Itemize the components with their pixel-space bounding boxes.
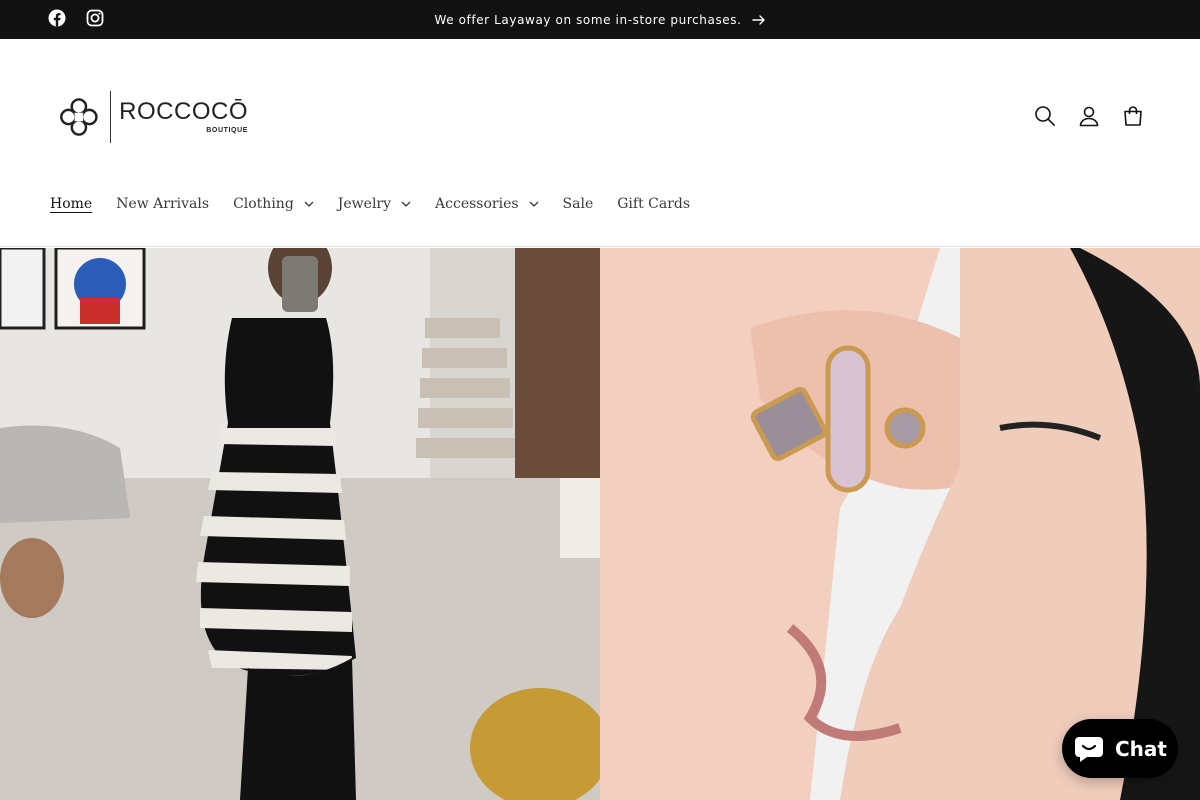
hero-banner: [0, 248, 1200, 800]
nav-item-new-arrivals[interactable]: New Arrivals: [116, 196, 209, 212]
brand-tagline: BOUTIQUE: [206, 127, 248, 134]
nav-item-gift-cards[interactable]: Gift Cards: [617, 196, 690, 212]
hero-image-left[interactable]: [0, 248, 600, 800]
nav-label[interactable]: Sale: [563, 196, 594, 212]
dress-photo: [0, 248, 600, 800]
announcement-text[interactable]: We offer Layaway on some in-store purcha…: [434, 13, 741, 27]
chevron-down-icon: [529, 201, 539, 207]
nav-label[interactable]: Gift Cards: [617, 196, 690, 212]
cart-icon[interactable]: [1122, 105, 1144, 127]
nav-label[interactable]: Accessories: [435, 196, 519, 212]
nav-label[interactable]: Jewelry: [338, 196, 391, 212]
chat-label[interactable]: Chat: [1115, 737, 1167, 761]
nav-item-accessories[interactable]: Accessories: [435, 196, 539, 212]
brand-logo[interactable]: ROCCOCŌ BOUTIQUE: [58, 89, 248, 145]
logo-mark: [60, 98, 98, 136]
nav-item-jewelry[interactable]: Jewelry: [338, 196, 411, 212]
announcement-bar: We offer Layaway on some in-store purcha…: [0, 0, 1200, 39]
account-icon[interactable]: [1078, 105, 1100, 127]
header-icons: [1034, 105, 1144, 127]
chat-bubble-icon: [1075, 736, 1103, 762]
brand-name: ROCCOCŌ: [119, 98, 248, 125]
main-nav: Home New Arrivals Clothing Jewelry Acces…: [50, 196, 714, 212]
logo-wordmark: ROCCOCŌ BOUTIQUE: [119, 98, 248, 135]
hero-image-right[interactable]: [600, 248, 1200, 800]
nav-label[interactable]: Clothing: [233, 196, 294, 212]
nav-item-clothing[interactable]: Clothing: [233, 196, 314, 212]
search-icon[interactable]: [1034, 105, 1056, 127]
chevron-down-icon: [304, 201, 314, 207]
chat-button[interactable]: Chat: [1062, 719, 1178, 778]
nav-item-home[interactable]: Home: [50, 196, 92, 212]
site-header: ROCCOCŌ BOUTIQUE Home New Arrivals Cloth…: [0, 39, 1200, 247]
chevron-down-icon: [401, 201, 411, 207]
nav-label[interactable]: New Arrivals: [116, 196, 209, 212]
arrow-right-icon: [751, 14, 765, 25]
nav-label[interactable]: Home: [50, 196, 92, 212]
logo-divider: [109, 91, 112, 143]
ring-photo: [600, 248, 1200, 800]
announcement-link[interactable]: We offer Layaway on some in-store purcha…: [0, 0, 1200, 39]
nav-item-sale[interactable]: Sale: [563, 196, 594, 212]
